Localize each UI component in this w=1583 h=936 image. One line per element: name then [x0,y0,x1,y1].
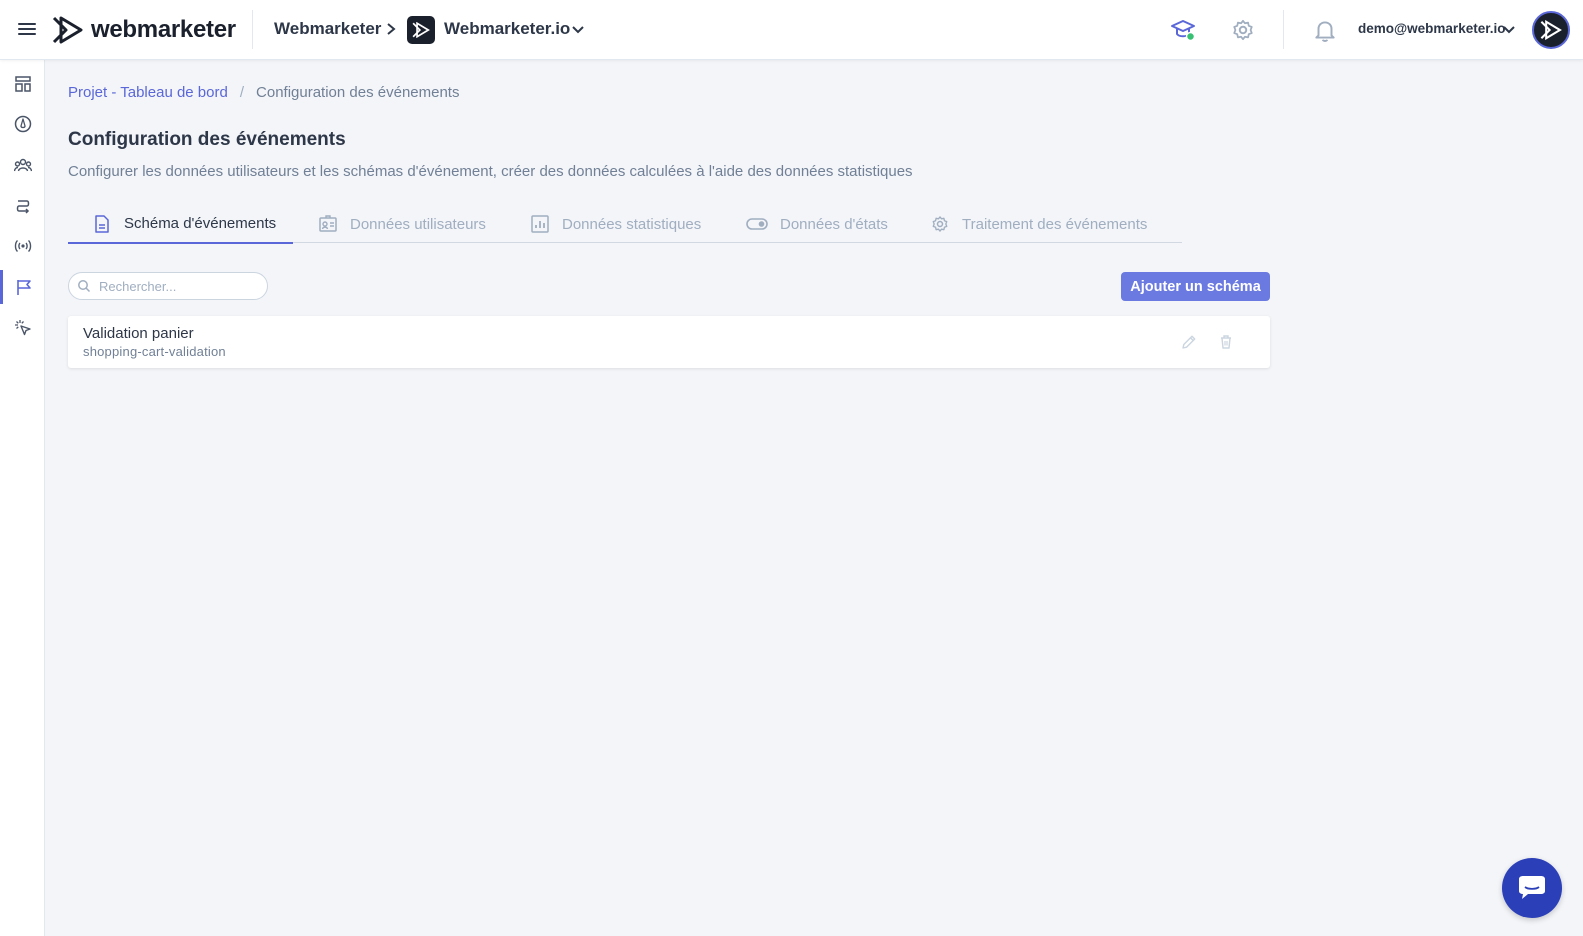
tab-label: Données d'états [780,215,888,233]
page-subtitle: Configurer les données utilisateurs et l… [68,163,913,180]
tab-statistical-data[interactable]: Données statistiques [530,205,701,243]
add-schema-button[interactable]: Ajouter un schéma [1121,272,1270,301]
users-icon [13,158,32,172]
breadcrumb: Projet - Tableau de bord / Configuration d… [68,84,459,101]
dashboard-icon [14,76,31,92]
document-icon [95,214,109,233]
sidebar-item-gauge[interactable] [0,107,45,141]
list-item[interactable]: Validation panier shopping-cart-validati… [68,316,1270,368]
breadcrumb-separator: / [239,84,245,101]
gauge-icon [14,115,31,133]
sidebar-item-events[interactable] [0,270,45,304]
search-box [68,272,268,300]
tab-label: Traitement des événements [962,215,1148,233]
routing-icon [16,200,29,214]
sidebar-item-broadcast[interactable] [0,229,45,263]
gear-icon [932,216,948,232]
header-divider [252,10,253,49]
project-selector[interactable]: Webmarketer.io [444,19,570,39]
chat-icon [1519,876,1545,899]
trash-icon[interactable] [1217,333,1235,351]
tab-event-schemas[interactable]: Schéma d'événements [68,205,293,244]
page-title: Configuration des événements [68,129,346,150]
schema-name: Validation panier [83,325,194,342]
breadcrumb-current: Configuration des événements [256,84,460,101]
academy-icon[interactable] [1170,17,1196,43]
click-icon [14,320,31,336]
bar-chart-icon [531,215,549,233]
sidebar [0,60,45,936]
project-logo-icon [407,16,435,44]
tab-user-data[interactable]: Données utilisateurs [318,205,486,243]
header-divider [1283,10,1284,49]
id-card-icon [319,215,337,232]
broadcast-icon [14,239,31,253]
breadcrumb-link-dashboard[interactable]: Projet - Tableau de bord [68,84,228,101]
chevron-right-icon [387,23,396,35]
search-icon [78,280,91,293]
chevron-down-icon[interactable] [1502,24,1516,36]
logo-text: webmarketer [91,16,236,43]
tabs: Schéma d'événements Données utilisateurs… [68,205,1182,244]
avatar[interactable] [1532,11,1570,49]
edit-icon[interactable] [1180,333,1198,351]
top-bar: webmarketer Webmarketer Webmarketer.io d… [0,0,1583,60]
sidebar-item-dashboard[interactable] [0,67,45,101]
sidebar-item-routing[interactable] [0,189,45,223]
tab-state-data[interactable]: Données d'états [746,205,888,243]
tab-event-processing[interactable]: Traitement des événements [930,205,1147,243]
user-email[interactable]: demo@webmarketer.io [1358,21,1505,36]
sidebar-item-users[interactable] [0,148,45,182]
flag-icon [17,280,31,295]
tab-label: Données utilisateurs [350,215,486,233]
settings-icon[interactable] [1230,17,1256,43]
tab-label: Schéma d'événements [124,215,277,232]
logo[interactable]: webmarketer [52,14,236,46]
chevron-down-icon[interactable] [571,24,585,36]
tab-label: Données statistiques [562,215,702,233]
toggle-icon [746,218,768,230]
search-input[interactable] [99,278,259,294]
organization-name[interactable]: Webmarketer [274,19,381,39]
schema-key: shopping-cart-validation [83,344,226,359]
bell-icon[interactable] [1312,17,1338,43]
menu-icon[interactable] [15,18,39,42]
sidebar-item-tracking[interactable] [0,311,45,345]
logo-icon [52,16,83,44]
chat-button[interactable] [1502,858,1562,918]
